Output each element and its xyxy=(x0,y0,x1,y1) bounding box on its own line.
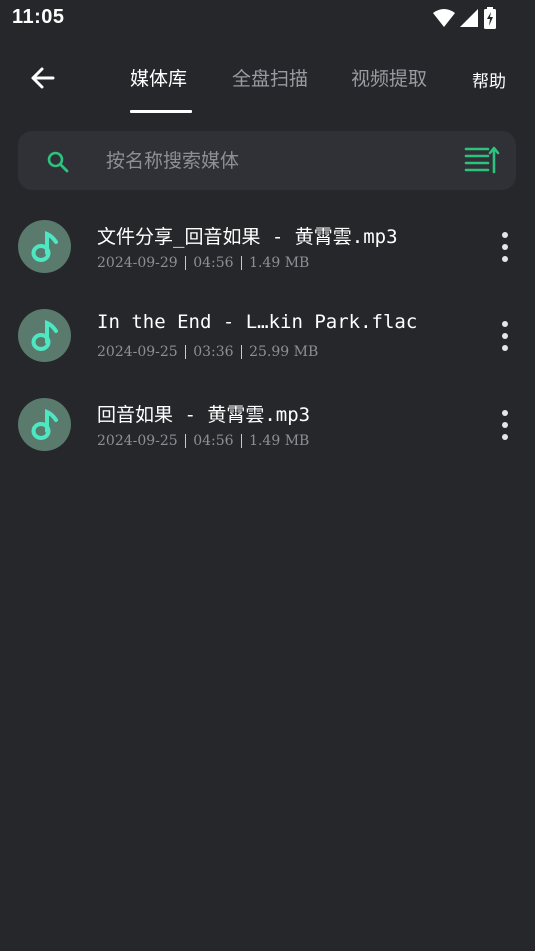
list-item[interactable]: In the End - L…kin Park.flac 2024-09-25 … xyxy=(0,289,535,378)
media-size: 1.49 MB xyxy=(249,433,310,449)
tab-video-extract[interactable]: 视频提取 xyxy=(351,64,427,104)
sort-icon[interactable] xyxy=(464,145,500,179)
meta-divider xyxy=(240,256,243,270)
arrow-left-icon xyxy=(29,66,55,94)
app-bar: 媒体库 全盘扫描 视频提取 帮助 xyxy=(0,52,535,114)
media-list: 文件分享_回音如果 - 黄霄雲.mp3 2024-09-29 04:56 1.4… xyxy=(0,200,535,467)
music-note-icon xyxy=(18,398,71,451)
media-meta: 2024-09-29 04:56 1.49 MB xyxy=(97,255,309,271)
status-icons xyxy=(433,7,497,33)
media-date: 2024-09-25 xyxy=(97,433,178,449)
media-meta: 2024-09-25 04:56 1.49 MB xyxy=(97,433,309,449)
status-time: 11:05 xyxy=(12,6,65,28)
media-size: 25.99 MB xyxy=(249,344,319,360)
back-button[interactable] xyxy=(22,60,62,100)
battery-charging-icon xyxy=(483,7,497,33)
media-size: 1.49 MB xyxy=(249,255,310,271)
media-duration: 03:36 xyxy=(193,344,234,360)
tab-media-library[interactable]: 媒体库 xyxy=(130,64,187,104)
list-item[interactable]: 文件分享_回音如果 - 黄霄雲.mp3 2024-09-29 04:56 1.4… xyxy=(0,200,535,289)
media-duration: 04:56 xyxy=(193,433,234,449)
media-date: 2024-09-25 xyxy=(97,344,178,360)
tab-full-scan[interactable]: 全盘扫描 xyxy=(232,64,308,104)
meta-divider xyxy=(240,434,243,448)
meta-divider xyxy=(184,256,187,270)
meta-divider xyxy=(184,434,187,448)
meta-divider xyxy=(184,345,187,359)
help-button[interactable]: 帮助 xyxy=(472,67,506,92)
more-options-icon[interactable] xyxy=(495,410,515,440)
media-title: 回音如果 - 黄霄雲.mp3 xyxy=(97,404,311,426)
search-icon[interactable] xyxy=(46,150,70,178)
status-bar: 11:05 xyxy=(0,0,535,36)
media-date: 2024-09-29 xyxy=(97,255,178,271)
music-note-icon xyxy=(18,220,71,273)
wifi-icon xyxy=(433,8,455,32)
music-note-icon xyxy=(18,309,71,362)
media-duration: 04:56 xyxy=(193,255,234,271)
more-options-icon[interactable] xyxy=(495,321,515,351)
media-title: In the End - L…kin Park.flac xyxy=(97,311,418,333)
meta-divider xyxy=(240,345,243,359)
tab-active-indicator xyxy=(130,110,192,113)
media-title: 文件分享_回音如果 - 黄霄雲.mp3 xyxy=(97,226,398,248)
list-item[interactable]: 回音如果 - 黄霄雲.mp3 2024-09-25 04:56 1.49 MB xyxy=(0,378,535,467)
search-box xyxy=(18,131,516,190)
search-input[interactable] xyxy=(106,147,436,175)
media-meta: 2024-09-25 03:36 25.99 MB xyxy=(97,344,318,360)
signal-icon xyxy=(459,8,479,32)
more-options-icon[interactable] xyxy=(495,232,515,262)
